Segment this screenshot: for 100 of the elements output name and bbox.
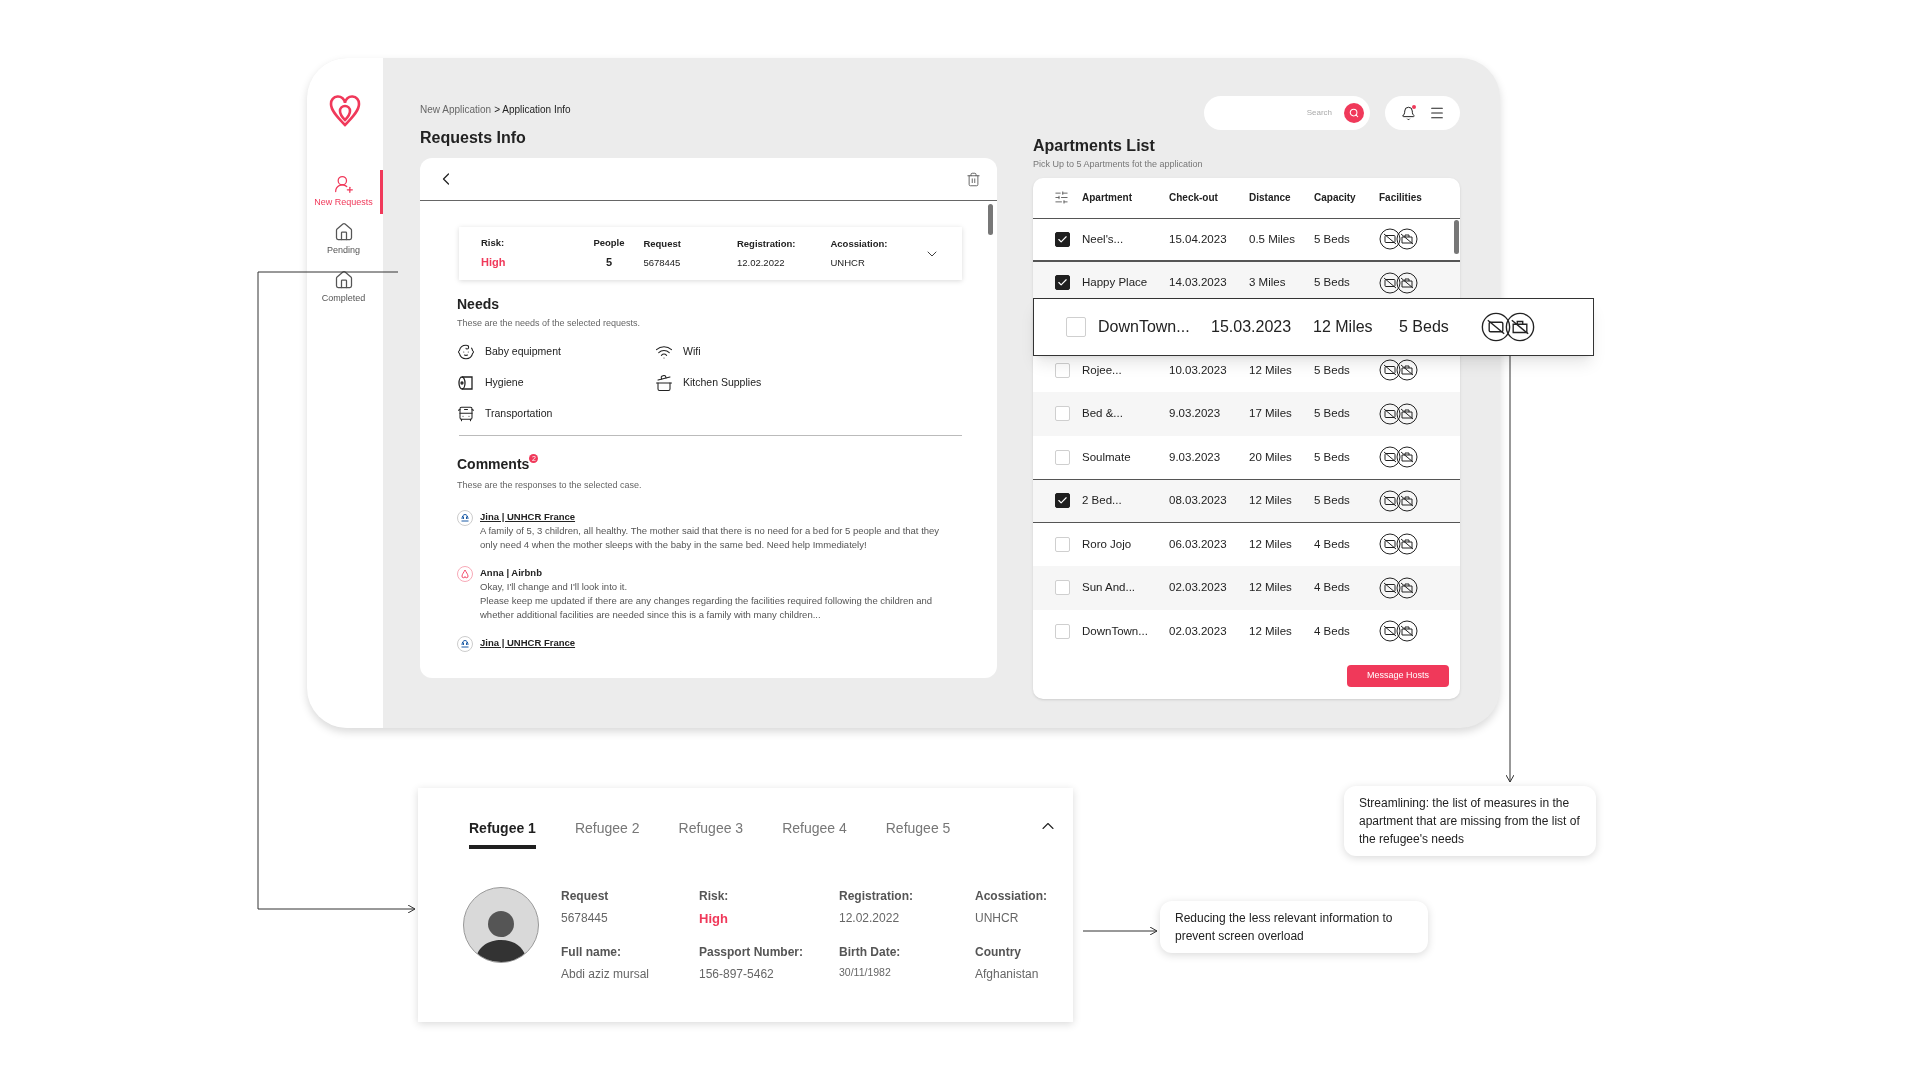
table-row[interactable]: Soulmate 9.03.2023 20 Miles 5 Beds: [1033, 435, 1460, 479]
column-header: Distance: [1249, 191, 1292, 205]
message-hosts-button[interactable]: Message Hosts: [1347, 664, 1449, 687]
table-cell-text: 5 Beds: [1314, 275, 1351, 291]
summary-value: 12.02.2022: [736, 255, 786, 270]
table-cell-text: 12 Miles: [1249, 493, 1293, 509]
section-subtitle: These are the responses to the selected case.: [457, 478, 643, 492]
field-value: Afghanistan: [975, 965, 1040, 983]
notification-button[interactable]: [1400, 105, 1416, 121]
table-cell-text: 02.03.2023: [1169, 580, 1228, 596]
table-cell-text: 10.03.2023: [1169, 362, 1228, 378]
tab[interactable]: Refugee 2: [574, 818, 640, 849]
search-placeholder: Search: [1306, 107, 1332, 119]
field-label: Registration:: [839, 888, 914, 905]
sidebar-item[interactable]: Completed: [307, 266, 383, 310]
summary-value: 5678445: [643, 255, 682, 270]
zoomed-capacity: 5 Beds: [1399, 316, 1450, 337]
column-header: Capacity: [1314, 191, 1357, 205]
tab[interactable]: Refugee 1: [469, 818, 536, 849]
crossed-bag-icon: [1396, 359, 1418, 382]
table-cell-text: 9.03.2023: [1169, 449, 1222, 465]
table-cell-text: 5 Beds: [1314, 449, 1351, 465]
checkbox[interactable]: [1055, 231, 1070, 247]
crossed-image-icon: [1379, 489, 1401, 512]
need-label: Transportation: [485, 405, 553, 421]
summary-value: UNHCR: [830, 255, 866, 270]
column-header: Check-out: [1169, 191, 1219, 205]
table-cell-text: 5 Beds: [1314, 493, 1351, 509]
crossed-bag-icon: [1396, 446, 1418, 469]
filter-icon[interactable]: [1054, 190, 1069, 205]
crossed-bag-icon: [1396, 533, 1418, 556]
field-value: Abdi aziz mursal: [561, 965, 651, 983]
tab[interactable]: Refugee 5: [885, 818, 951, 849]
table-cell-text: Bed &...: [1082, 406, 1124, 422]
bus-icon: [457, 404, 475, 423]
crossed-bag-icon: [1505, 311, 1535, 342]
tab[interactable]: Refugee 4: [782, 818, 847, 849]
menu-icon: [1428, 105, 1445, 121]
tab[interactable]: Refugee 3: [678, 818, 744, 849]
need-label: Hygiene: [485, 374, 524, 390]
table-cell-text: 08.03.2023: [1169, 493, 1228, 509]
checkbox[interactable]: [1055, 493, 1070, 509]
crossed-image-icon: [1481, 311, 1511, 342]
crossed-image-icon: [1379, 271, 1401, 294]
table-cell-text: 5 Beds: [1314, 231, 1351, 247]
need-label: Kitchen Supplies: [683, 374, 762, 390]
summary-value: High: [481, 255, 507, 271]
comment-author[interactable]: Jina | UNHCR France: [480, 636, 940, 650]
user-plus-icon: [333, 174, 354, 195]
scrollbar-thumb[interactable]: [988, 204, 993, 235]
table-row[interactable]: Roro Jojo 06.03.2023 12 Miles 4 Beds: [1033, 522, 1460, 566]
menu-button[interactable]: [1428, 105, 1445, 121]
loop-logo-icon: [457, 566, 473, 582]
scrollbar-thumb[interactable]: [1454, 219, 1459, 254]
table-row[interactable]: DownTown... 02.03.2023 12 Miles 4 Beds: [1033, 609, 1460, 653]
pot-icon: [655, 373, 673, 392]
field-label: Country: [975, 943, 1022, 961]
breadcrumb-link[interactable]: New Application: [420, 102, 492, 118]
field-value: 156-897-5462: [699, 965, 775, 983]
table-row[interactable]: Neel's... 15.04.2023 0.5 Miles 5 Beds: [1033, 217, 1460, 261]
summary-label: Registration:: [736, 237, 797, 252]
table-cell-text: 12 Miles: [1249, 623, 1293, 639]
crossed-bag-icon: [1396, 576, 1418, 599]
crossed-image-icon: [1379, 533, 1401, 556]
table-row[interactable]: Bed &... 9.03.2023 17 Miles 5 Beds: [1033, 392, 1460, 436]
table-cell-text: 12 Miles: [1249, 362, 1293, 378]
crossed-image-icon: [1379, 446, 1401, 469]
table-cell-text: 5 Beds: [1314, 406, 1351, 422]
field-label: Acossiation:: [975, 888, 1048, 905]
delete-button[interactable]: [966, 171, 981, 187]
table-cell-text: 02.03.2023: [1169, 623, 1228, 639]
crossed-image-icon: [1379, 576, 1401, 599]
table-cell-text: 2 Bed...: [1082, 493, 1123, 509]
summary-label: People: [593, 236, 625, 251]
table-cell-text: 4 Beds: [1314, 536, 1351, 552]
field-value: High: [699, 910, 729, 928]
table-cell-text: Happy Place: [1082, 275, 1149, 291]
zoomed-apartment: DownTown...: [1098, 316, 1191, 337]
table-row[interactable]: 2 Bed... 08.03.2023 12 Miles 5 Beds: [1033, 479, 1460, 523]
search-button[interactable]: [1344, 103, 1364, 123]
field-value: UNHCR: [975, 910, 1020, 927]
table-cell-text: 17 Miles: [1249, 406, 1293, 422]
field-label: Birth Date:: [839, 943, 902, 961]
sidebar-item[interactable]: Pending: [307, 218, 383, 262]
field-label: Passport Number:: [699, 943, 805, 961]
comment-author[interactable]: Jina | UNHCR France: [480, 510, 940, 524]
checkbox[interactable]: [1055, 275, 1070, 291]
heart-logo: [328, 94, 362, 128]
toilet-roll-icon: [457, 373, 475, 392]
table-row[interactable]: Sun And... 02.03.2023 12 Miles 4 Beds: [1033, 566, 1460, 610]
section-title: Comments: [457, 454, 530, 474]
crossed-bag-icon: [1396, 402, 1418, 425]
table-cell-text: 4 Beds: [1314, 623, 1351, 639]
org-logo-icon: [457, 510, 473, 526]
breadcrumb-current: > Application Info: [494, 103, 571, 117]
table-cell-text: 14.03.2023: [1169, 275, 1228, 291]
sidebar-item[interactable]: New Requests: [307, 170, 383, 214]
section-subtitle: Pick Up to 5 Apartments fot the application: [1033, 158, 1204, 171]
summary-label: Acossiation:: [830, 237, 889, 252]
crossed-bag-icon: [1396, 489, 1418, 512]
